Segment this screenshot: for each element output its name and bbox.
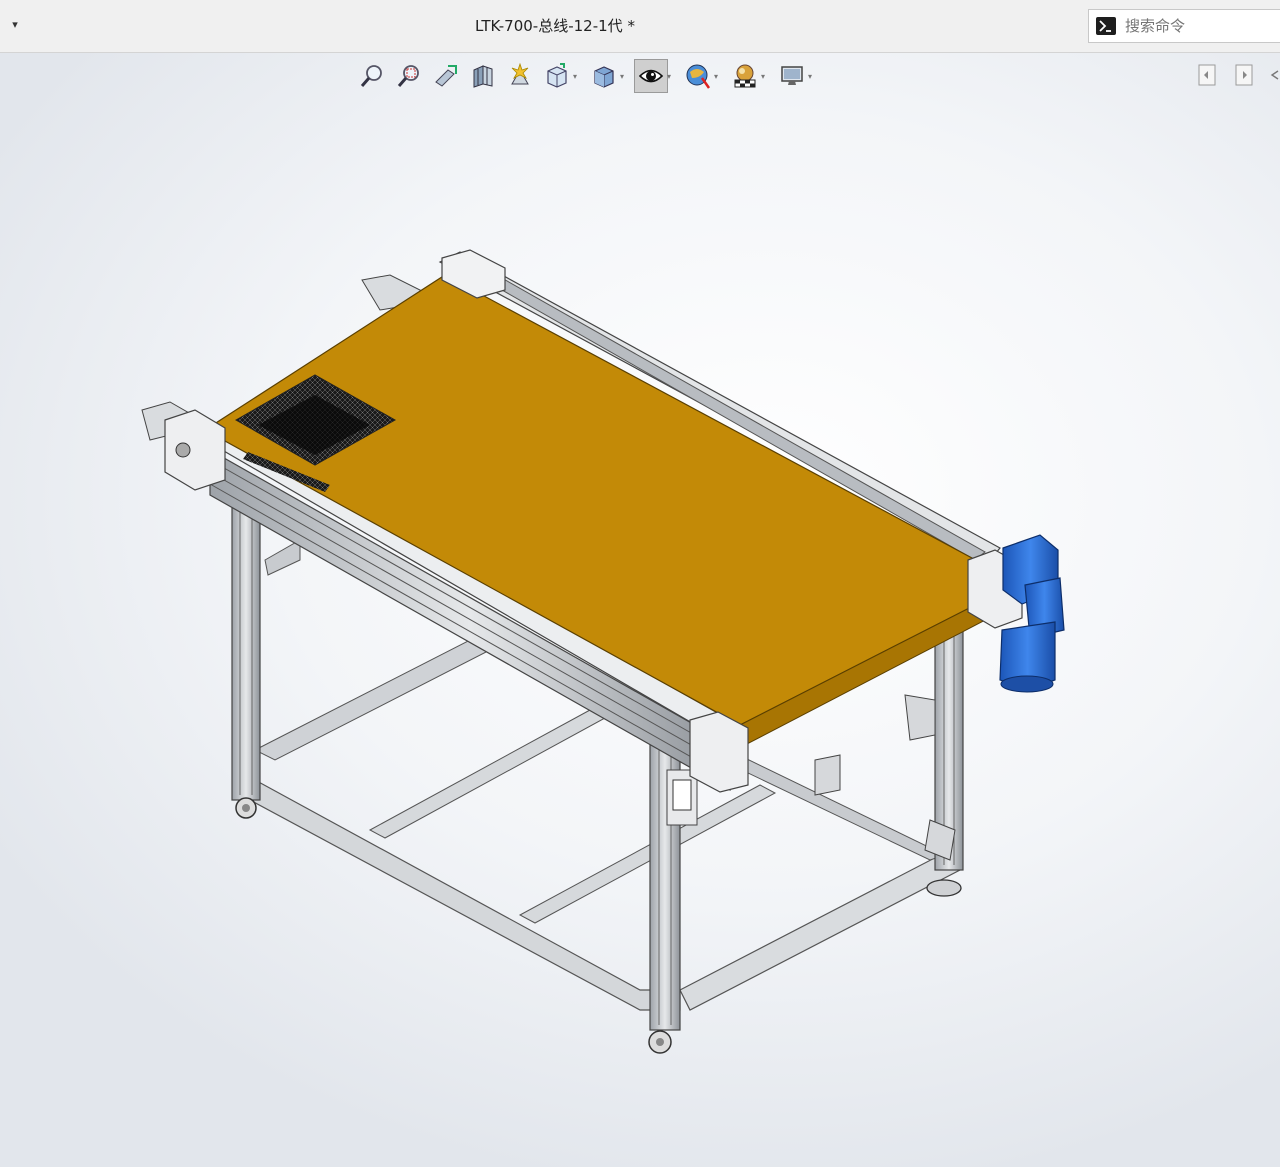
title-bar: ▾ LTK-700-总线-12-1代 * [0, 0, 1280, 53]
document-title: LTK-700-总线-12-1代 * [475, 17, 635, 35]
menu-dropdown-icon[interactable]: ▾ [6, 16, 24, 34]
conveyor-model[interactable] [0, 53, 1280, 1167]
graphics-area[interactable]: ▾ ▾ ▾ ▾ ▾ ▾ [0, 53, 1280, 1167]
command-prompt-icon [1096, 17, 1116, 35]
command-search[interactable] [1088, 9, 1280, 43]
search-input[interactable] [1125, 10, 1275, 42]
